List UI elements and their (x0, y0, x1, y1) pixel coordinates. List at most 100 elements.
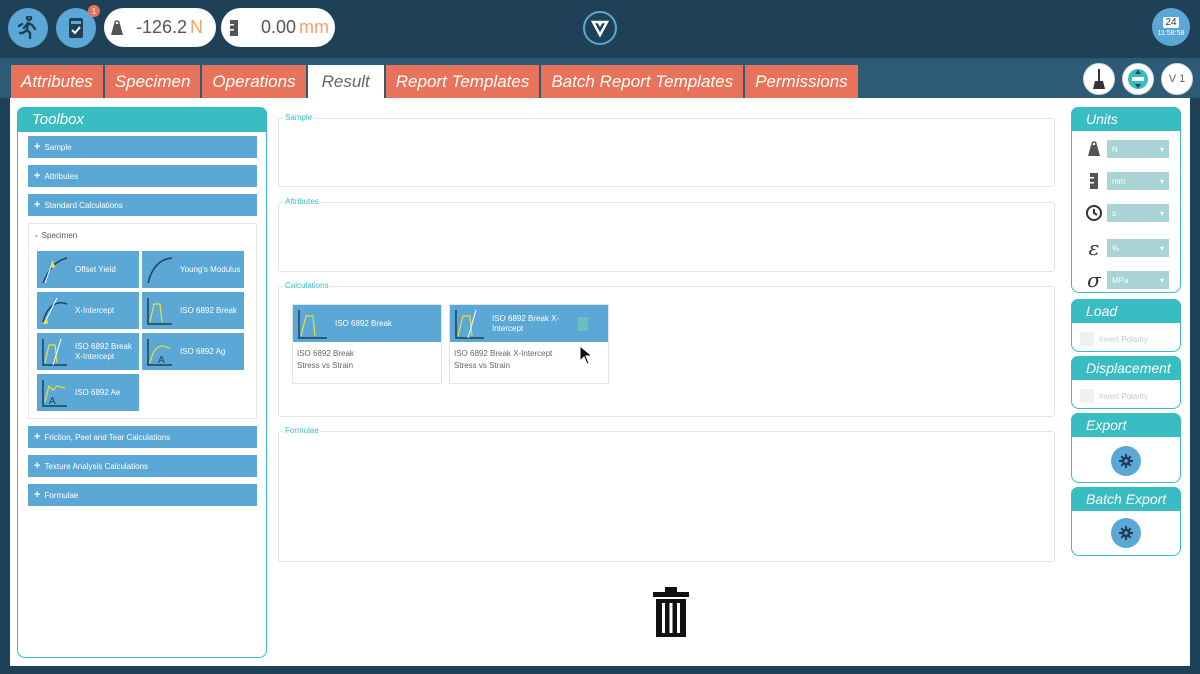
toolbox-title: Toolbox (17, 107, 267, 132)
mouse-pointer-icon (579, 344, 594, 370)
calc-iso-6892-break-x-intercept[interactable]: ISO 6892 Break X-Intercept (37, 333, 139, 370)
length-unit-select[interactable]: mm ▾ (1107, 172, 1169, 190)
clock-time: 11:58:58 (1157, 30, 1185, 37)
v-logo-icon (590, 20, 610, 38)
calc-youngs-modulus[interactable]: Young's Modulus (142, 251, 244, 288)
select-value: % (1112, 243, 1120, 253)
iso-6892-break-icon (147, 297, 172, 325)
displacement-title: Displacement (1071, 356, 1181, 380)
delete-card-icon[interactable] (576, 316, 590, 332)
tab-batch-report-templates[interactable]: Batch Report Templates (541, 65, 744, 98)
unit-row-time: s ▾ (1082, 204, 1169, 222)
toolbox-section-formulae[interactable]: + Formulae (28, 484, 257, 506)
specimen-section-toggle[interactable]: - Specimen (35, 231, 77, 240)
stress-unit-select[interactable]: MPa ▾ (1107, 271, 1169, 289)
time-unit-select[interactable]: s ▾ (1107, 204, 1169, 222)
device-status-button[interactable]: 1 (56, 5, 100, 48)
units-panel: Units N ▾ mm ▾ s ▾ ε % ▾ σ MPa ▾ (1071, 107, 1181, 293)
clock-icon (1082, 204, 1106, 222)
iso-6892-ae-icon: A (42, 379, 67, 407)
toolbox-section-texture-analysis[interactable]: + Texture Analysis Calculations (28, 455, 257, 477)
tab-operations[interactable]: Operations (202, 65, 306, 98)
load-invert-polarity[interactable]: Invert Polarity (1080, 332, 1148, 346)
sample-drop-zone[interactable]: Sample (278, 113, 1055, 187)
toolbox-section-sample[interactable]: + Sample (28, 136, 257, 158)
export-settings-button[interactable] (1111, 446, 1141, 476)
checkbox[interactable] (1080, 389, 1094, 403)
calc-label: ISO 6892 Break X-Intercept (75, 341, 132, 361)
calc-iso-6892-break[interactable]: ISO 6892 Break (142, 292, 244, 329)
toolbox-section-specimen: - Specimen Offset Yield Young's Modulus X… (28, 223, 257, 419)
youngs-modulus-icon (147, 256, 173, 283)
batch-export-title: Batch Export (1071, 487, 1181, 511)
position-value: 0.00 (261, 17, 297, 37)
resize-vertical-icon (1128, 69, 1148, 89)
trash-drop-target[interactable] (653, 587, 689, 642)
iso-6892-ag-icon: A (147, 338, 172, 366)
sample-legend: Sample (283, 113, 315, 122)
card-desc-line: ISO 6892 Break (297, 349, 354, 358)
chevron-down-icon: ▾ (1159, 144, 1164, 154)
section-label: Friction, Peel and Tear Calculations (44, 432, 171, 442)
calc-offset-yield[interactable]: Offset Yield (37, 251, 139, 288)
svg-text:A: A (158, 355, 165, 366)
section-label: Texture Analysis Calculations (44, 461, 149, 471)
trash-icon (653, 587, 689, 637)
select-value: N (1112, 144, 1118, 154)
calc-label: Young's Modulus (180, 264, 241, 274)
svg-text:A: A (49, 396, 56, 407)
fit-height-button[interactable] (1122, 63, 1154, 95)
attributes-legend: Attributes (283, 197, 321, 206)
force-unit-select[interactable]: N ▾ (1107, 140, 1169, 158)
formulae-drop-zone[interactable]: Formulae (278, 426, 1055, 562)
calc-label: X-Intercept (75, 305, 115, 315)
force-readout: -126.2 N (104, 8, 216, 47)
attributes-drop-zone[interactable]: Attributes (278, 197, 1055, 272)
minus-icon: - (35, 231, 38, 240)
calculation-card[interactable]: ISO 6892 Break ISO 6892 Break Stress vs … (292, 304, 442, 384)
version-button[interactable]: V 1 (1161, 63, 1193, 95)
export-panel: Export (1071, 413, 1181, 483)
checkbox[interactable] (1080, 332, 1094, 346)
toolbox-section-friction-peel-tear[interactable]: + Friction, Peel and Tear Calculations (28, 426, 257, 448)
position-unit: mm (299, 17, 330, 37)
main-tabs: Attributes Specimen Operations Result Re… (11, 65, 858, 98)
plus-icon: + (34, 460, 41, 472)
tab-result[interactable]: Result (307, 65, 384, 98)
strain-unit-select[interactable]: % ▾ (1107, 239, 1169, 257)
toolbox-section-standard-calculations[interactable]: + Standard Calculations (28, 194, 257, 216)
section-label: Formulae (44, 490, 79, 500)
clock-day: 24 (1163, 17, 1179, 28)
calculation-card[interactable]: ISO 6892 Break X-Intercept ISO 6892 Brea… (449, 304, 609, 384)
plus-icon: + (34, 431, 41, 443)
tab-permissions[interactable]: Permissions (745, 65, 858, 98)
brush-icon (1093, 69, 1105, 89)
calculations-drop-zone[interactable]: Calculations ISO 6892 Break ISO 6892 Bre… (278, 281, 1055, 417)
load-panel: Load Invert Polarity (1071, 299, 1181, 352)
running-person-icon (17, 16, 37, 40)
toolbox-section-attributes[interactable]: + Attributes (28, 165, 257, 187)
plus-icon: + (34, 489, 41, 501)
iso-6892-break-x-intercept-icon (455, 309, 484, 339)
tab-report-templates[interactable]: Report Templates (385, 65, 540, 98)
batch-export-settings-button[interactable] (1111, 518, 1141, 548)
calc-iso-6892-ag[interactable]: A ISO 6892 Ag (142, 333, 244, 370)
force-value: -126.2 (136, 17, 188, 37)
load-title: Load (1071, 299, 1181, 323)
units-title: Units (1071, 107, 1181, 131)
gear-icon (1119, 526, 1133, 540)
displacement-invert-polarity[interactable]: Invert Polarity (1080, 389, 1148, 403)
calc-x-intercept[interactable]: X-Intercept (37, 292, 139, 329)
tab-attributes[interactable]: Attributes (11, 65, 103, 98)
tab-specimen[interactable]: Specimen (104, 65, 201, 98)
plus-icon: + (34, 199, 41, 211)
clear-brush-button[interactable] (1083, 63, 1115, 95)
weight-icon (104, 19, 130, 36)
unit-row-force: N ▾ (1082, 140, 1169, 158)
clock-button[interactable]: 24 11:58:58 (1152, 8, 1190, 46)
section-label: Specimen (41, 231, 78, 240)
card-desc-line: Stress vs Strain (297, 361, 354, 370)
emergency-exit-button[interactable] (8, 8, 48, 48)
calc-iso-6892-ae[interactable]: A ISO 6892 Ae (37, 374, 139, 411)
export-title: Export (1071, 413, 1181, 437)
